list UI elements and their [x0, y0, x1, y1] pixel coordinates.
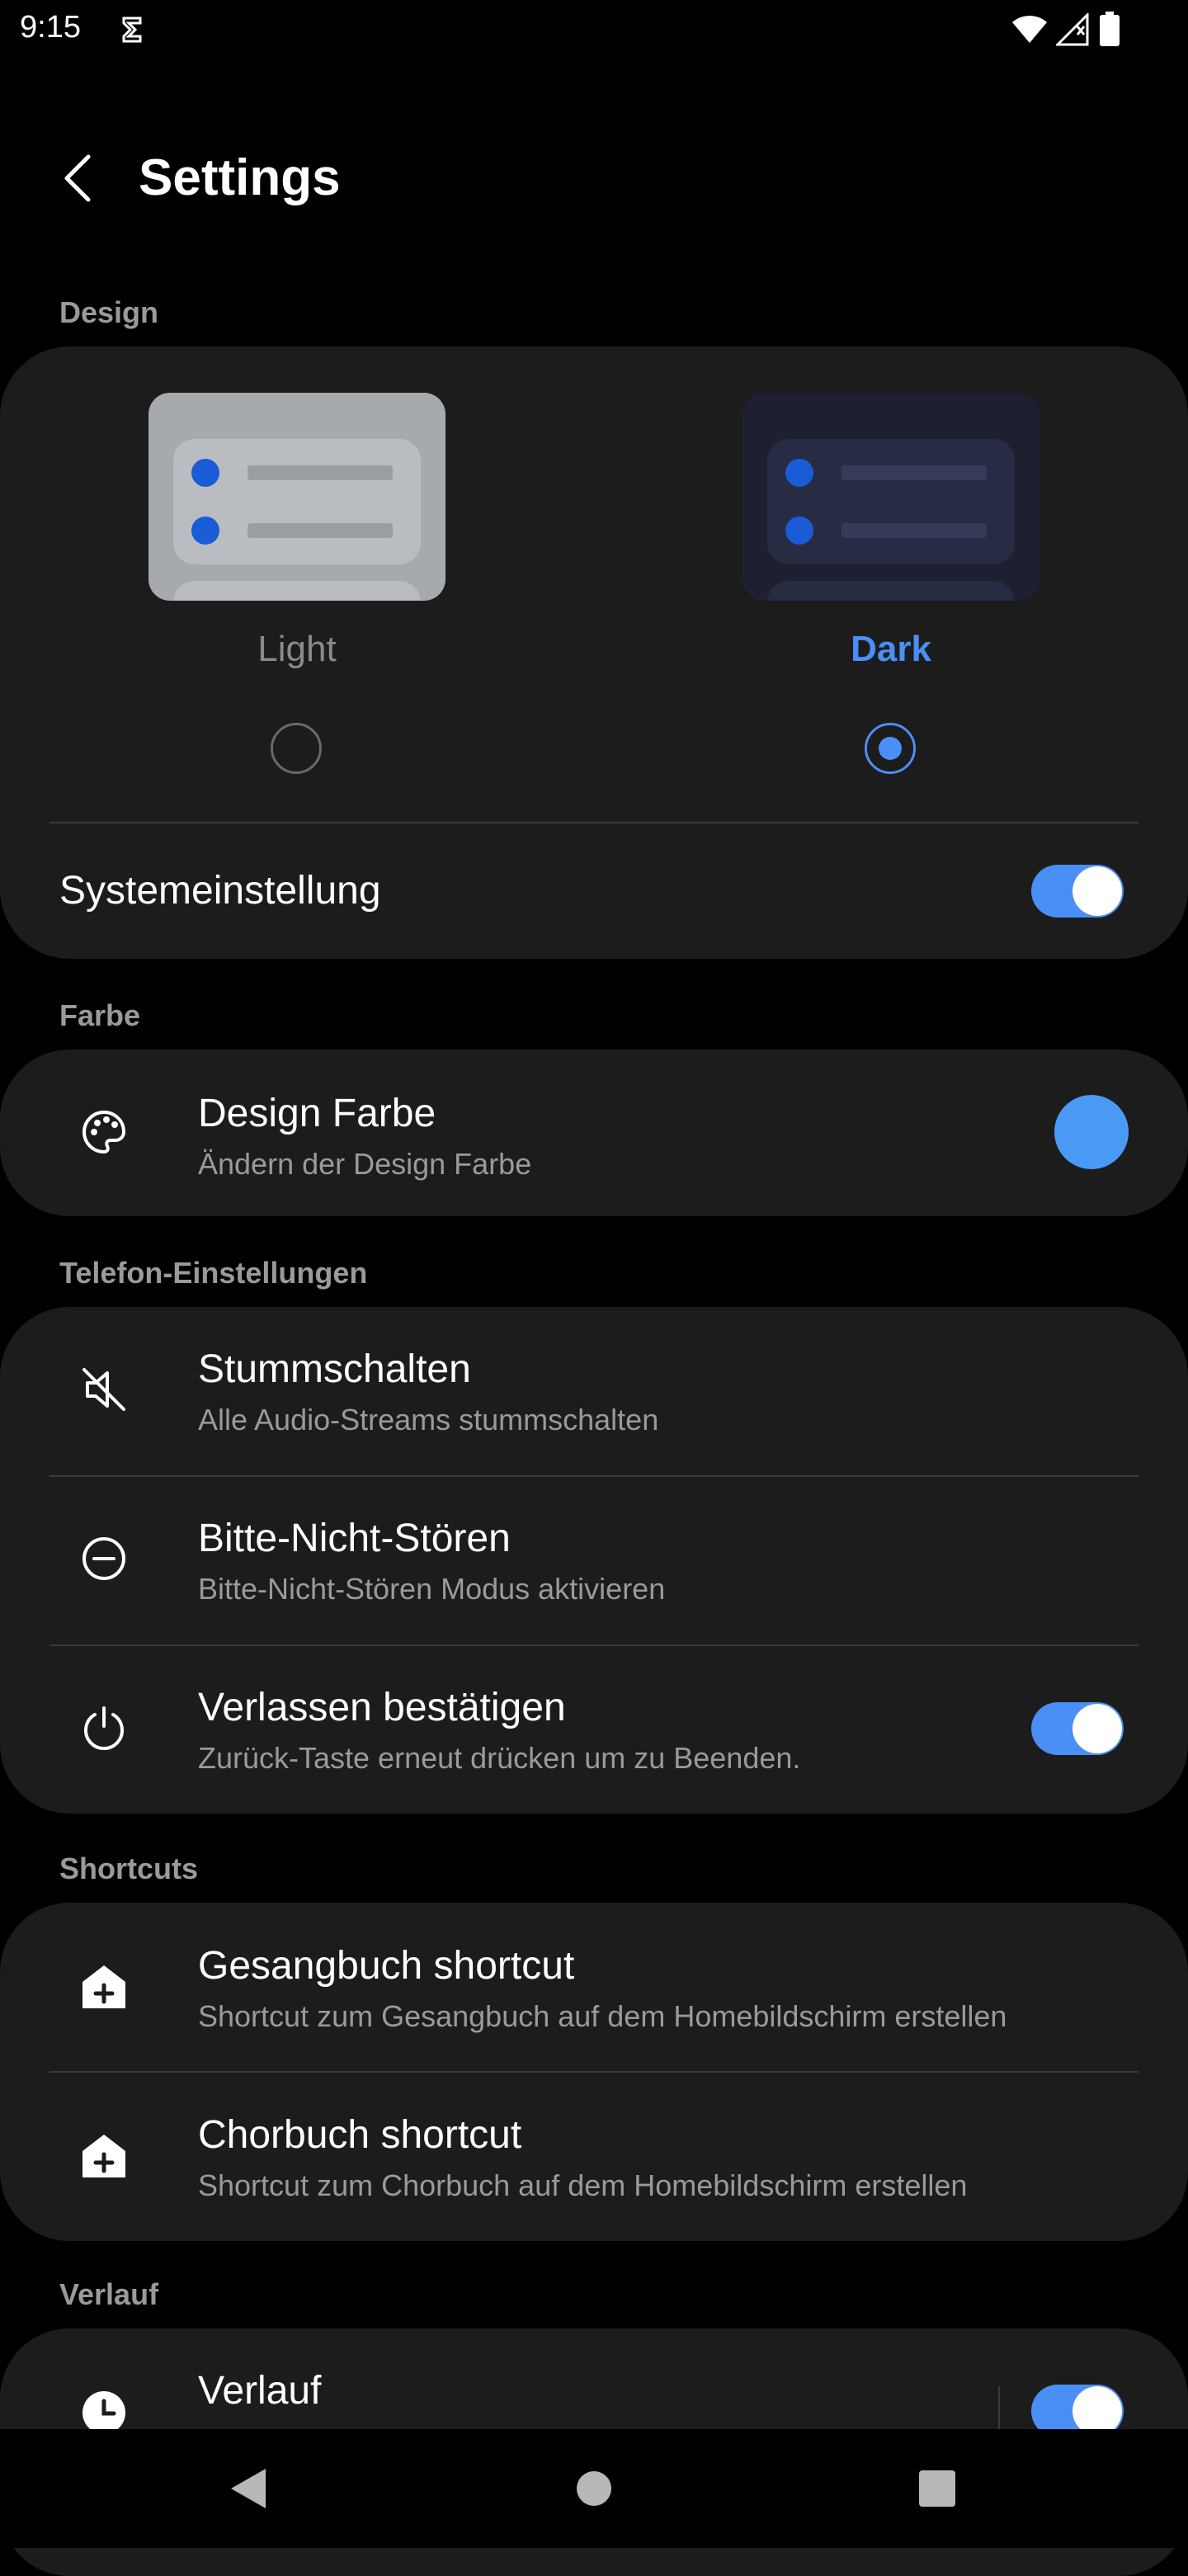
wifi-icon: [1012, 16, 1047, 43]
status-time: 9:15: [20, 10, 81, 45]
theme-light-preview[interactable]: [148, 393, 446, 601]
add-home-icon: [74, 1957, 134, 2017]
dnd-row[interactable]: [0, 1477, 1188, 1645]
color-swatch[interactable]: [1054, 1095, 1129, 1169]
choir-shortcut-subtitle: Shortcut zum Chorbuch auf dem Homebildsc…: [198, 2168, 968, 2202]
notification-icon: [122, 17, 142, 43]
confirm-exit-row[interactable]: [0, 1646, 1188, 1813]
mute-row[interactable]: [0, 1307, 1188, 1475]
design-color-row[interactable]: [0, 1050, 1188, 1216]
nav-home-icon[interactable]: [576, 2470, 612, 2507]
do-not-disturb-icon: [74, 1529, 134, 1588]
theme-dark-label: Dark: [851, 629, 931, 669]
choir-shortcut-row[interactable]: [0, 2073, 1188, 2241]
system-setting-label: Systemeinstellung: [59, 869, 381, 913]
section-label-color: Farbe: [59, 998, 141, 1032]
nav-back-icon[interactable]: [228, 2465, 269, 2512]
mute-subtitle: Alle Audio-Streams stummschalten: [198, 1403, 659, 1437]
design-color-title: Design Farbe: [198, 1092, 436, 1135]
hymnal-shortcut-title: Gesangbuch shortcut: [198, 1944, 575, 1988]
navigation-bar: [0, 2429, 1188, 2548]
theme-light-radio[interactable]: [271, 723, 322, 774]
mute-title: Stummschalten: [198, 1347, 471, 1391]
add-home-icon: [74, 2126, 134, 2186]
dnd-subtitle: Bitte-Nicht-Stören Modus aktivieren: [198, 1572, 666, 1606]
signal-icon: [1056, 13, 1089, 46]
section-label-history: Verlauf: [59, 2277, 159, 2311]
history-title: Verlauf: [198, 2369, 322, 2413]
dnd-title: Bitte-Nicht-Stören: [198, 1517, 511, 1560]
theme-dark-preview[interactable]: [742, 393, 1040, 601]
hymnal-shortcut-subtitle: Shortcut zum Gesangbuch auf dem Homebild…: [198, 1999, 1007, 2033]
hymnal-shortcut-row[interactable]: [0, 1903, 1188, 2071]
battery-icon: [1100, 12, 1120, 46]
theme-dark-radio[interactable]: [865, 723, 916, 774]
confirm-exit-subtitle: Zurück-Taste erneut drücken um zu Beende…: [198, 1741, 801, 1775]
section-label-shortcuts: Shortcuts: [59, 1852, 199, 1885]
back-button[interactable]: [50, 145, 107, 211]
mute-icon: [74, 1360, 134, 1419]
confirm-exit-title: Verlassen bestätigen: [198, 1686, 566, 1729]
nav-recents-icon[interactable]: [919, 2470, 955, 2507]
system-setting-toggle[interactable]: [1031, 865, 1124, 918]
section-label-phone: Telefon-Einstellungen: [59, 1256, 368, 1290]
power-icon: [74, 1698, 134, 1757]
theme-light-label: Light: [257, 629, 337, 669]
section-label-design: Design: [59, 295, 159, 329]
choir-shortcut-title: Chorbuch shortcut: [198, 2113, 522, 2157]
design-color-subtitle: Ändern der Design Farbe: [198, 1147, 532, 1181]
divider: [50, 822, 1138, 823]
page-title: Settings: [139, 149, 341, 206]
palette-icon: [74, 1102, 134, 1162]
back-arrow-icon: [64, 154, 91, 202]
confirm-exit-toggle[interactable]: [1031, 1702, 1124, 1755]
